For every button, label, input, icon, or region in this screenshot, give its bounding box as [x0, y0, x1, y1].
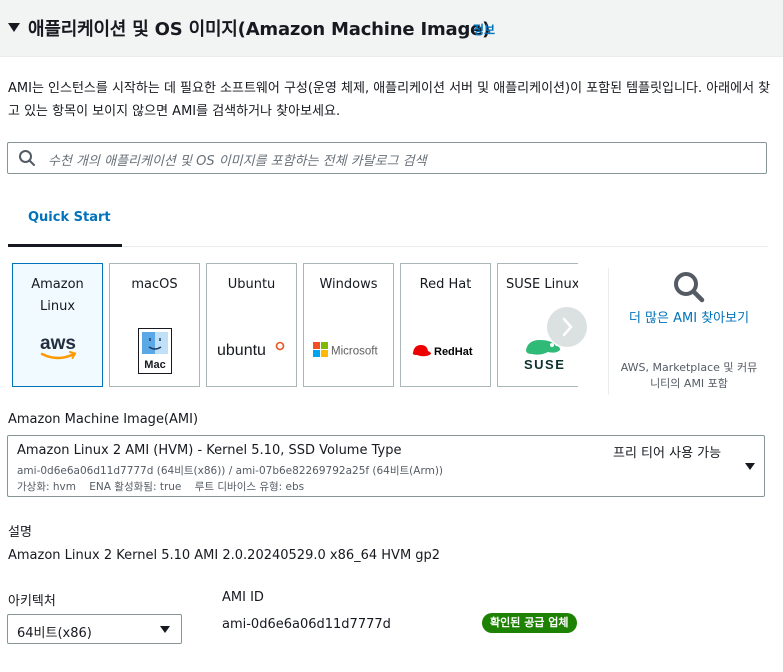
mac-logo-text: Mac	[144, 359, 165, 371]
os-card-ubuntu[interactable]: Ubuntu ubuntu	[206, 263, 297, 387]
os-card-amazon-linux[interactable]: Amazon Linux aws	[12, 263, 103, 387]
search-icon	[19, 150, 35, 166]
ubuntu-logo-icon: ubuntu	[207, 337, 296, 365]
microsoft-logo-icon: Microsoft	[304, 341, 393, 363]
mac-finder-icon: Mac	[110, 327, 199, 379]
section-header: 애플리케이션 및 OS 이미지(Amazon Machine Image) 정보	[0, 0, 783, 57]
info-link[interactable]: 정보	[473, 21, 495, 38]
description-label: 설명	[8, 525, 32, 540]
browse-divider	[608, 268, 609, 395]
search-placeholder: 수천 개의 애플리케이션 및 OS 이미지를 포함하는 전체 카탈로그 검색	[48, 154, 427, 169]
svg-text:aws: aws	[40, 333, 76, 354]
collapse-caret-icon[interactable]	[8, 23, 20, 32]
caret-down-icon	[160, 626, 170, 633]
microsoft-logo-text: Microsoft	[331, 346, 378, 358]
browse-search-icon	[674, 272, 705, 303]
ami-ids: ami-0d6e6a06d11d7777d (64비트(x86)) / ami-…	[17, 465, 444, 477]
aws-logo-icon: aws	[13, 332, 102, 366]
os-card-label: Ubuntu	[227, 277, 276, 292]
ubuntu-logo-text: ubuntu	[217, 342, 266, 359]
os-card-label: macOS	[131, 277, 178, 292]
chevron-right-icon	[562, 317, 573, 337]
tab-quick-start[interactable]: Quick Start	[8, 196, 122, 247]
ami-id-value: ami-0d6e6a06d11d7777d	[222, 617, 391, 632]
browse-more-amis-link[interactable]: 더 많은 AMI 찾아보기	[619, 308, 759, 330]
description-value: Amazon Linux 2 Kernel 5.10 AMI 2.0.20240…	[8, 548, 441, 563]
ami-name: Amazon Linux 2 AMI (HVM) - Kernel 5.10, …	[17, 443, 402, 458]
os-card-label: SUSE Linux	[506, 277, 580, 292]
redhat-logo-icon: RedHat	[401, 341, 490, 365]
os-card-label: Red Hat	[419, 277, 472, 292]
ami-search-input[interactable]: 수천 개의 애플리케이션 및 OS 이미지를 포함하는 전체 카탈로그 검색	[7, 142, 767, 174]
section-title: 애플리케이션 및 OS 이미지(Amazon Machine Image)	[28, 19, 491, 40]
section-description: AMI는 인스턴스를 시작하는 데 필요한 소프트웨어 구성(운영 체제, 애플…	[8, 81, 771, 119]
verified-provider-badge: 확인된 공급 업체	[482, 613, 577, 633]
ami-select-label: Amazon Machine Image(AMI)	[8, 412, 199, 427]
caret-down-icon	[745, 463, 755, 470]
architecture-select[interactable]: 64비트(x86)	[7, 614, 182, 644]
ami-meta: 가상화: hvm ENA 활성화됨: true 루트 디바이스 유형: ebs	[17, 481, 305, 493]
tab-list: Quick Start	[8, 196, 768, 247]
os-card-label: Amazon Linux	[31, 277, 84, 314]
suse-logo-text: SUSE	[524, 357, 565, 372]
os-card-macos[interactable]: macOS Mac	[109, 263, 200, 387]
free-tier-label: 프리 티어 사용 가능	[613, 446, 722, 461]
tab-label: Quick Start	[28, 210, 111, 225]
architecture-value: 64비트(x86)	[17, 626, 92, 641]
architecture-label: 아키텍처	[8, 594, 56, 609]
scroll-right-button[interactable]	[547, 307, 587, 347]
browse-more-subtext: AWS, Marketplace 및 커뮤니티의 AMI 포함	[620, 361, 758, 390]
os-card-red-hat[interactable]: Red Hat RedHat	[400, 263, 491, 387]
ami-select[interactable]: Amazon Linux 2 AMI (HVM) - Kernel 5.10, …	[7, 435, 765, 497]
os-card-windows[interactable]: Windows Microsoft	[303, 263, 394, 387]
redhat-logo-text: RedHat	[434, 346, 473, 358]
os-card-label: Windows	[319, 277, 378, 292]
ami-id-label: AMI ID	[222, 590, 264, 605]
